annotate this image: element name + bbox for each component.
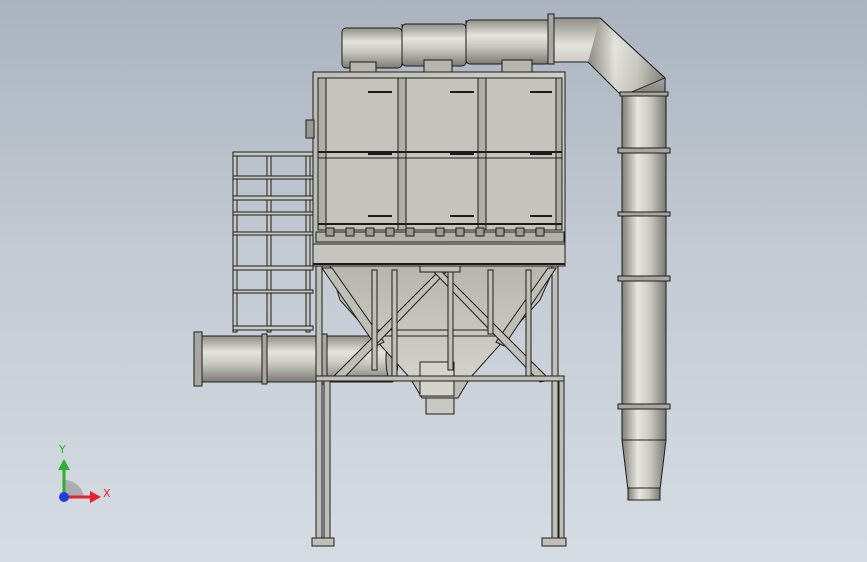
y-axis-label: Y — [58, 443, 66, 456]
exhaust-stack — [547, 17, 671, 501]
x-axis-label: X — [103, 487, 111, 500]
access-ladder — [232, 151, 314, 333]
dust-collector-model: Y X — [58, 13, 671, 547]
z-axis-origin — [59, 492, 69, 502]
top-header-duct — [341, 13, 555, 75]
y-axis-arrowhead — [58, 459, 70, 470]
filter-housing — [305, 71, 566, 267]
cad-viewport[interactable]: Y X — [0, 0, 867, 562]
coordinate-triad: Y X — [58, 443, 111, 503]
x-axis-arrowhead — [90, 491, 101, 503]
